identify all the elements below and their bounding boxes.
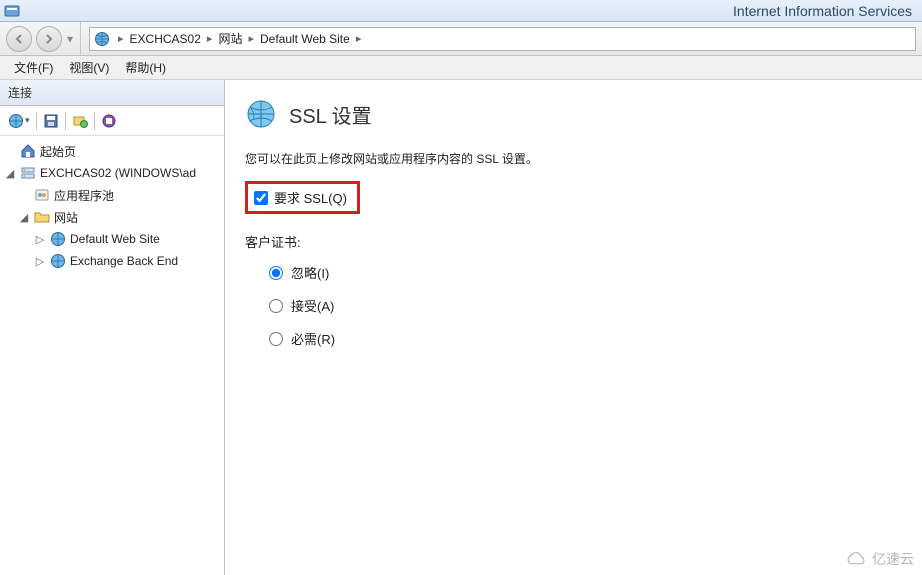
- menu-file[interactable]: 文件(F): [6, 57, 61, 78]
- tree-app-pools[interactable]: 应用程序池: [0, 184, 224, 206]
- window-title: Internet Information Services: [26, 3, 918, 19]
- app-icon: [4, 3, 20, 19]
- home-icon: [20, 143, 36, 159]
- breadcrumb-server[interactable]: EXCHCAS02: [128, 32, 203, 46]
- forward-button[interactable]: [36, 26, 62, 52]
- radio-accept-label[interactable]: 接受(A): [291, 296, 334, 315]
- server-icon: [20, 165, 36, 181]
- globe-icon: [50, 253, 66, 269]
- page-title: SSL 设置: [289, 100, 372, 129]
- page-title-row: SSL 设置: [245, 98, 902, 130]
- radio-row-ignore: 忽略(I): [269, 263, 902, 282]
- page-description: 您可以在此页上修改网站或应用程序内容的 SSL 设置。: [245, 150, 902, 167]
- chevron-down-icon: ▾: [25, 115, 30, 126]
- connections-tree: 起始页 ◢ EXCHCAS02 (WINDOWS\ad 应用程序池 ◢: [0, 136, 224, 575]
- radio-ignore[interactable]: [269, 266, 283, 280]
- tree-label: EXCHCAS02 (WINDOWS\ad: [40, 166, 196, 180]
- menu-view[interactable]: 视图(V): [61, 57, 117, 78]
- stop-button[interactable]: [99, 111, 119, 131]
- cloud-icon: [844, 550, 866, 568]
- collapse-icon[interactable]: ◢: [18, 211, 30, 224]
- require-ssl-highlight: 要求 SSL(Q): [245, 181, 360, 214]
- chevron-right-icon: ▸: [114, 32, 128, 45]
- save-button[interactable]: [41, 111, 61, 131]
- connections-toolbar: ▾: [0, 106, 224, 136]
- connect-button[interactable]: ▾: [6, 111, 32, 131]
- tree-start-page[interactable]: 起始页: [0, 140, 224, 162]
- menu-bar: 文件(F) 视图(V) 帮助(H): [0, 56, 922, 80]
- radio-require[interactable]: [269, 332, 283, 346]
- folder-icon: [34, 209, 50, 225]
- radio-ignore-label[interactable]: 忽略(I): [291, 263, 329, 282]
- client-cert-radio-group: 忽略(I) 接受(A) 必需(R): [245, 263, 902, 348]
- nav-buttons: ▾: [0, 22, 81, 55]
- address-bar[interactable]: ▸ EXCHCAS02▸ 网站▸ Default Web Site▸: [89, 27, 916, 51]
- tree-label: Exchange Back End: [70, 254, 178, 268]
- connections-header: 连接: [0, 80, 224, 106]
- toolbar-separator: [65, 112, 66, 130]
- ssl-icon: [245, 98, 277, 130]
- globe-icon: [94, 31, 110, 47]
- tree-label: 起始页: [40, 143, 76, 160]
- breadcrumb-default-site[interactable]: Default Web Site: [258, 32, 352, 46]
- require-ssl-checkbox[interactable]: [254, 191, 268, 205]
- toolbar-separator: [94, 112, 95, 130]
- client-cert-label: 客户证书:: [245, 232, 902, 251]
- tree-default-site[interactable]: ▷ Default Web Site: [0, 228, 224, 250]
- radio-accept[interactable]: [269, 299, 283, 313]
- menu-help[interactable]: 帮助(H): [117, 57, 174, 78]
- breadcrumb-sites[interactable]: 网站: [216, 30, 244, 47]
- app-pool-icon: [34, 187, 50, 203]
- content-pane: SSL 设置 您可以在此页上修改网站或应用程序内容的 SSL 设置。 要求 SS…: [225, 80, 922, 575]
- refresh-button[interactable]: [70, 111, 90, 131]
- expand-icon[interactable]: ▷: [34, 233, 46, 246]
- chevron-right-icon: ▸: [352, 32, 366, 45]
- tree-exchange-backend[interactable]: ▷ Exchange Back End: [0, 250, 224, 272]
- radio-row-accept: 接受(A): [269, 296, 902, 315]
- globe-icon: [50, 231, 66, 247]
- connections-pane: 连接 ▾ 起始页: [0, 80, 225, 575]
- nav-bar: ▾ ▸ EXCHCAS02▸ 网站▸ Default Web Site▸: [0, 22, 922, 56]
- title-bar: Internet Information Services: [0, 0, 922, 22]
- watermark: 亿速云: [844, 549, 914, 569]
- tree-sites[interactable]: ◢ 网站: [0, 206, 224, 228]
- watermark-text: 亿速云: [872, 549, 914, 569]
- tree-server[interactable]: ◢ EXCHCAS02 (WINDOWS\ad: [0, 162, 224, 184]
- tree-label: Default Web Site: [70, 232, 160, 246]
- chevron-right-icon: ▸: [203, 32, 217, 45]
- radio-row-require: 必需(R): [269, 329, 902, 348]
- body: 连接 ▾ 起始页: [0, 80, 922, 575]
- nav-history-dropdown[interactable]: ▾: [64, 26, 76, 52]
- collapse-icon[interactable]: ◢: [4, 167, 16, 180]
- toolbar-separator: [36, 112, 37, 130]
- back-button[interactable]: [6, 26, 32, 52]
- expand-icon[interactable]: ▷: [34, 255, 46, 268]
- tree-label: 应用程序池: [54, 187, 114, 204]
- radio-require-label[interactable]: 必需(R): [291, 329, 335, 348]
- tree-label: 网站: [54, 209, 78, 226]
- chevron-right-icon: ▸: [244, 32, 258, 45]
- require-ssl-label[interactable]: 要求 SSL(Q): [274, 188, 347, 207]
